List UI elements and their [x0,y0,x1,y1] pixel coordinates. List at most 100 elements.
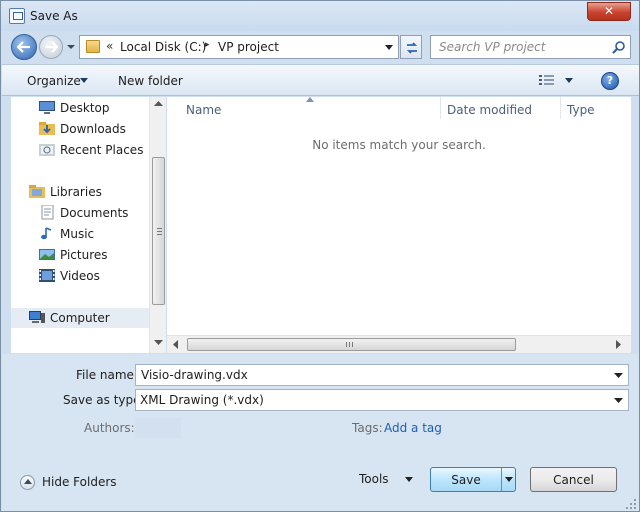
breadcrumb-separator[interactable]: ▸ [205,40,210,50]
back-button[interactable] [11,34,37,60]
new-folder-button[interactable]: New folder [118,74,183,88]
nav-item-desktop[interactable]: Desktop [11,98,149,118]
cancel-button-label: Cancel [553,473,594,487]
change-view-icon[interactable] [539,74,555,87]
empty-results-message: No items match your search. [312,138,486,152]
refresh-button[interactable] [400,35,422,59]
forward-arrow-icon [45,41,58,53]
save-as-type-select[interactable]: XML Drawing (*.vdx) [135,389,629,411]
nav-item-label: Desktop [60,101,110,115]
address-bar[interactable]: « Local Disk (C:) ▸ VP project [79,35,399,59]
navigation-pane-scroll-thumb[interactable] [152,157,165,305]
save-as-type-label: Save as type: [63,393,145,407]
file-name-dropdown-icon[interactable] [614,373,623,379]
tools-dropdown-icon[interactable] [405,477,413,482]
breadcrumb-local-disk[interactable]: Local Disk (C:) [120,40,206,54]
collapse-up-icon [20,475,35,490]
desktop-icon [39,101,55,114]
search-icon[interactable] [612,40,626,54]
save-as-type-dropdown-icon[interactable] [614,398,623,404]
cancel-button[interactable]: Cancel [530,467,617,492]
authors-field[interactable] [135,418,181,438]
column-divider[interactable] [440,97,441,119]
sort-ascending-icon [306,97,314,102]
file-list-pane[interactable]: Name Date modified Type No items match y… [167,97,631,353]
nav-item-videos[interactable]: Videos [11,266,149,286]
nav-item-music[interactable]: Music [11,224,149,244]
command-toolbar: Organize New folder ? [2,64,639,96]
resize-grip-icon[interactable] [625,498,637,510]
documents-icon [41,205,54,220]
back-arrow-icon [17,41,30,53]
refresh-icon [406,42,418,54]
address-dropdown-icon[interactable] [384,44,394,52]
nav-item-label: Downloads [60,122,126,136]
save-button-label: Save [451,473,481,487]
file-name-input[interactable]: Visio-drawing.vdx [135,364,629,386]
file-name-value[interactable]: Visio-drawing.vdx [141,368,248,382]
scroll-left-arrow-icon[interactable] [173,340,179,349]
save-options-dropdown-icon[interactable] [505,477,513,482]
folder-icon [86,40,100,53]
column-type[interactable]: Type [567,103,595,117]
tags-label: Tags: [352,421,383,435]
nav-item-libraries[interactable]: Libraries [11,182,149,202]
dialog-title: Save As [30,9,78,23]
file-list-scroll-thumb[interactable] [187,338,516,351]
column-name[interactable]: Name [186,103,221,117]
nav-item-label: Videos [60,269,100,283]
column-divider[interactable] [560,97,561,119]
dialog-app-icon [9,8,25,24]
nav-item-label: Pictures [60,248,108,262]
column-header-row: Name Date modified Type [167,97,631,121]
file-list-horizontal-scrollbar[interactable] [167,335,631,353]
address-overflow-chevron[interactable]: « [106,39,113,53]
nav-item-documents[interactable]: Documents [11,203,149,223]
downloads-folder-icon [39,122,55,135]
nav-item-downloads[interactable]: Downloads [11,119,149,139]
file-name-label: File name: [76,368,138,382]
breadcrumb-vp-project[interactable]: VP project [218,40,279,54]
save-as-dialog: Save As ✕ « Local Disk (C:) ▸ VP project… [0,0,640,512]
search-box[interactable]: Search VP project [430,35,631,59]
search-placeholder: Search VP project [439,40,546,54]
nav-item-label: Music [60,227,95,241]
close-button[interactable]: ✕ [587,2,631,21]
save-options-panel: File name: Visio-drawing.vdx Save as typ… [2,354,639,511]
scroll-grip-icon [346,342,353,347]
music-icon [41,227,52,240]
nav-item-label: Libraries [50,185,102,199]
save-button[interactable]: Save [430,467,516,492]
save-split-divider [501,468,502,491]
column-date-modified[interactable]: Date modified [447,103,532,117]
title-bar[interactable]: Save As ✕ [1,1,639,31]
videos-icon [39,269,55,282]
recent-locations-dropdown-icon[interactable] [65,41,77,53]
scroll-right-arrow-icon[interactable] [616,340,622,349]
hide-folders-label: Hide Folders [42,475,117,489]
authors-label: Authors: [84,421,135,435]
scroll-up-arrow-icon[interactable] [154,101,163,107]
view-options-dropdown-icon[interactable] [565,78,573,84]
tools-button[interactable]: Tools [359,472,389,486]
pictures-icon [39,249,55,260]
scroll-grip-icon [157,228,162,235]
nav-item-label: Documents [60,206,129,220]
libraries-icon [29,185,45,198]
scroll-down-arrow-icon[interactable] [154,340,163,346]
nav-item-label: Recent Places [60,143,144,157]
nav-item-computer[interactable]: Computer [11,308,149,328]
navigation-pane: Desktop Downloads Recent Places Librarie… [11,97,149,353]
recent-places-icon [39,144,55,156]
navigation-pane-scrollbar[interactable] [149,97,166,353]
save-as-type-value: XML Drawing (*.vdx) [140,393,264,407]
nav-item-label: Computer [50,311,110,325]
help-button[interactable]: ? [601,72,619,90]
nav-item-recent-places[interactable]: Recent Places [11,140,149,160]
add-tag-link[interactable]: Add a tag [384,421,442,435]
organize-button[interactable]: Organize [27,74,81,88]
organize-dropdown-icon[interactable] [80,78,88,84]
forward-button[interactable] [39,35,63,59]
nav-item-pictures[interactable]: Pictures [11,245,149,265]
computer-icon [29,311,45,323]
